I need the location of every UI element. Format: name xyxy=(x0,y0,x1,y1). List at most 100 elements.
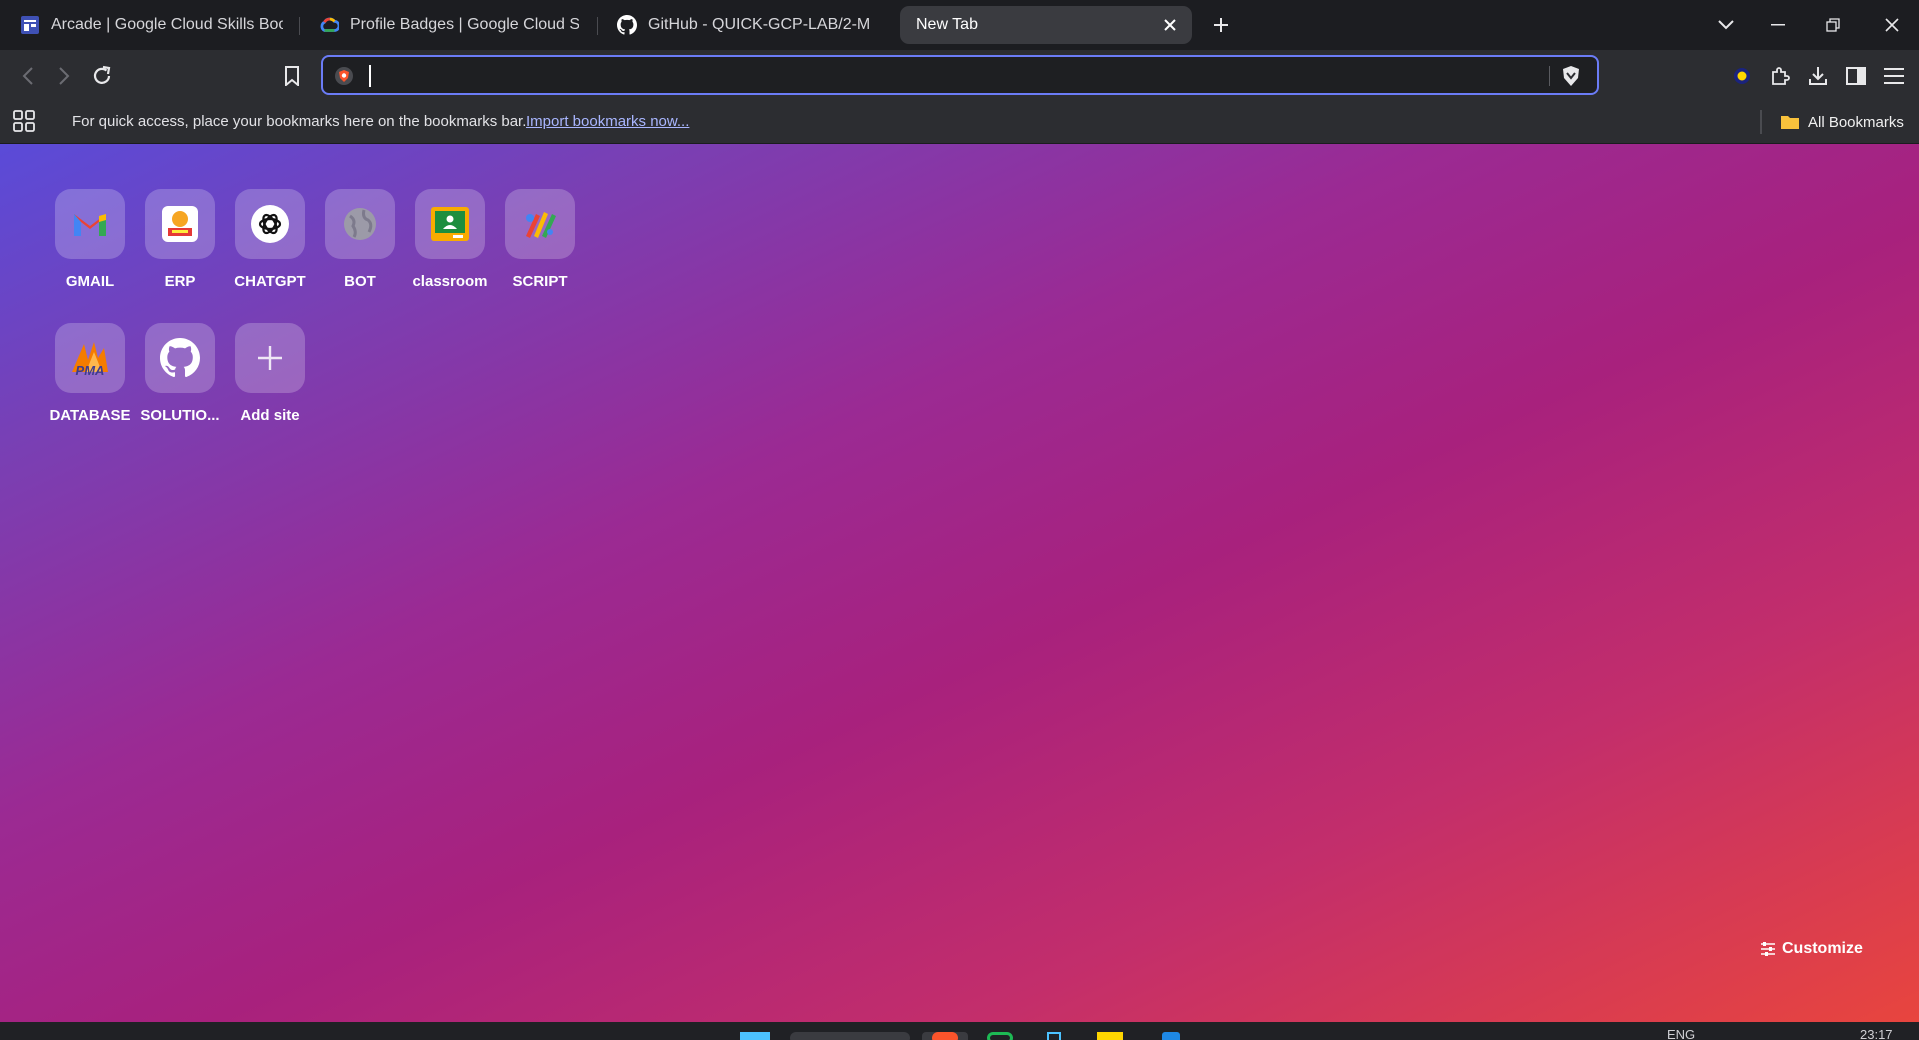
vpn-extension-button[interactable] xyxy=(1726,60,1758,92)
tab-title: GitHub - QUICK-GCP-LAB/2-Minutes xyxy=(648,16,871,33)
whatsapp-icon[interactable] xyxy=(987,1032,1013,1040)
shortcut-label: classroom xyxy=(412,273,488,290)
gmail-icon xyxy=(55,189,125,259)
brave-rewards-icon[interactable] xyxy=(1561,65,1581,92)
tab-title: New Tab xyxy=(916,16,978,33)
tab-arcade[interactable]: Arcade | Google Cloud Skills Boost xyxy=(2,6,297,44)
apps-grid-icon[interactable] xyxy=(12,109,38,135)
google-classroom-icon xyxy=(415,189,485,259)
tab-strip: Arcade | Google Cloud Skills Boost Profi… xyxy=(0,0,1919,50)
phpmyadmin-icon: PMA xyxy=(55,323,125,393)
file-explorer-icon[interactable] xyxy=(1097,1032,1123,1040)
address-bar[interactable] xyxy=(321,55,1599,95)
shortcut-gmail[interactable]: GMAIL xyxy=(45,189,135,309)
tab-title: Arcade | Google Cloud Skills Boost xyxy=(51,16,283,33)
sidebar-button[interactable] xyxy=(1840,60,1872,92)
plus-icon xyxy=(1214,18,1228,32)
folder-icon xyxy=(1781,116,1799,129)
google-cloud-favicon-icon xyxy=(319,15,339,35)
github-icon xyxy=(145,323,215,393)
shortcut-add-site[interactable]: Add site xyxy=(225,323,315,443)
import-bookmarks-link[interactable]: Import bookmarks now... xyxy=(526,113,689,130)
close-icon[interactable] xyxy=(1160,15,1180,35)
puzzle-icon xyxy=(1772,67,1790,85)
shortcut-label: CHATGPT xyxy=(234,273,306,290)
tab-new-tab[interactable]: New Tab xyxy=(900,6,1192,44)
arcade-favicon-icon xyxy=(20,15,40,35)
hamburger-menu-icon xyxy=(1884,68,1904,84)
bookmark-icon xyxy=(285,66,299,86)
shortcut-classroom[interactable]: classroom xyxy=(405,189,495,309)
reload-icon xyxy=(93,65,111,84)
arrow-back-icon xyxy=(22,67,33,85)
shortcut-label: ERP xyxy=(164,273,196,290)
shortcut-erp[interactable]: ERP xyxy=(135,189,225,309)
brave-shield-icon[interactable] xyxy=(333,65,355,92)
new-tab-button[interactable] xyxy=(1206,10,1236,40)
notepad-icon[interactable] xyxy=(1047,1032,1061,1040)
chevron-down-icon xyxy=(1718,20,1734,30)
language-indicator[interactable]: ENG xyxy=(1667,1027,1695,1040)
tab-search-button[interactable] xyxy=(1711,10,1741,40)
github-favicon-icon xyxy=(617,15,637,35)
shortcut-chatgpt[interactable]: CHATGPT xyxy=(225,189,315,309)
erp-icon xyxy=(145,189,215,259)
all-bookmarks-label: All Bookmarks xyxy=(1808,113,1904,131)
shortcut-label: GMAIL xyxy=(65,273,115,290)
taskbar: ENG 23:17 xyxy=(0,1022,1919,1040)
shortcut-label: DATABASE xyxy=(49,407,131,424)
tab-separator xyxy=(597,17,598,35)
arrow-forward-icon xyxy=(59,67,70,85)
new-tab-page: GMAIL ERP CHATGPT BOT classroom SCRIPT P… xyxy=(0,144,1919,1022)
omnibox-input[interactable] xyxy=(367,63,1537,87)
sliders-icon xyxy=(1761,942,1775,956)
windows-start-icon[interactable] xyxy=(740,1032,770,1040)
brave-icon xyxy=(932,1032,958,1040)
taskbar-search[interactable] xyxy=(790,1032,910,1040)
tab-title: Profile Badges | Google Cloud Skills Boo… xyxy=(350,16,579,33)
divider xyxy=(1760,110,1762,134)
customize-label: Customize xyxy=(1782,940,1863,957)
close-icon xyxy=(1885,18,1899,32)
shortcut-bot[interactable]: BOT xyxy=(315,189,405,309)
tab-separator xyxy=(299,17,300,35)
extensions-button[interactable] xyxy=(1764,60,1796,92)
shortcut-script[interactable]: SCRIPT xyxy=(495,189,585,309)
customize-button[interactable]: Customize xyxy=(1760,940,1863,958)
chatgpt-icon xyxy=(235,189,305,259)
script-icon xyxy=(505,189,575,259)
bookmarks-bar: For quick access, place your bookmarks h… xyxy=(0,100,1919,144)
restore-icon xyxy=(1826,18,1840,32)
shortcut-database[interactable]: PMA DATABASE xyxy=(45,323,135,443)
minimize-button[interactable] xyxy=(1763,10,1793,40)
bookmarks-bar-message: For quick access, place your bookmarks h… xyxy=(72,113,527,130)
globe-icon xyxy=(325,189,395,259)
toolbar xyxy=(0,50,1919,100)
sun-icon xyxy=(1734,68,1750,84)
shortcut-label: Add site xyxy=(240,407,300,424)
plus-icon xyxy=(235,323,305,393)
svg-text:PMA: PMA xyxy=(76,363,105,378)
tab-profile-badges[interactable]: Profile Badges | Google Cloud Skills Boo… xyxy=(301,6,593,44)
shortcut-label: BOT xyxy=(344,273,376,290)
all-bookmarks-button[interactable]: All Bookmarks xyxy=(1780,110,1904,134)
minimize-icon xyxy=(1771,24,1785,26)
sidebar-icon xyxy=(1846,67,1866,85)
edge-icon[interactable] xyxy=(1162,1032,1180,1040)
download-icon xyxy=(1809,67,1827,85)
shortcut-label: SCRIPT xyxy=(512,273,568,290)
bookmark-button[interactable] xyxy=(276,60,308,92)
shortcut-solutions[interactable]: SOLUTIO... xyxy=(135,323,225,443)
reload-button[interactable] xyxy=(86,60,118,92)
downloads-button[interactable] xyxy=(1802,60,1834,92)
forward-button[interactable] xyxy=(48,60,80,92)
divider xyxy=(1549,66,1550,86)
menu-button[interactable] xyxy=(1878,60,1910,92)
close-window-button[interactable] xyxy=(1877,10,1907,40)
text-caret xyxy=(369,65,371,87)
shortcut-label: SOLUTIO... xyxy=(140,407,220,424)
clock-time[interactable]: 23:17 xyxy=(1860,1027,1893,1040)
back-button[interactable] xyxy=(12,60,44,92)
restore-button[interactable] xyxy=(1818,10,1848,40)
tab-github[interactable]: GitHub - QUICK-GCP-LAB/2-Minutes xyxy=(599,6,885,44)
